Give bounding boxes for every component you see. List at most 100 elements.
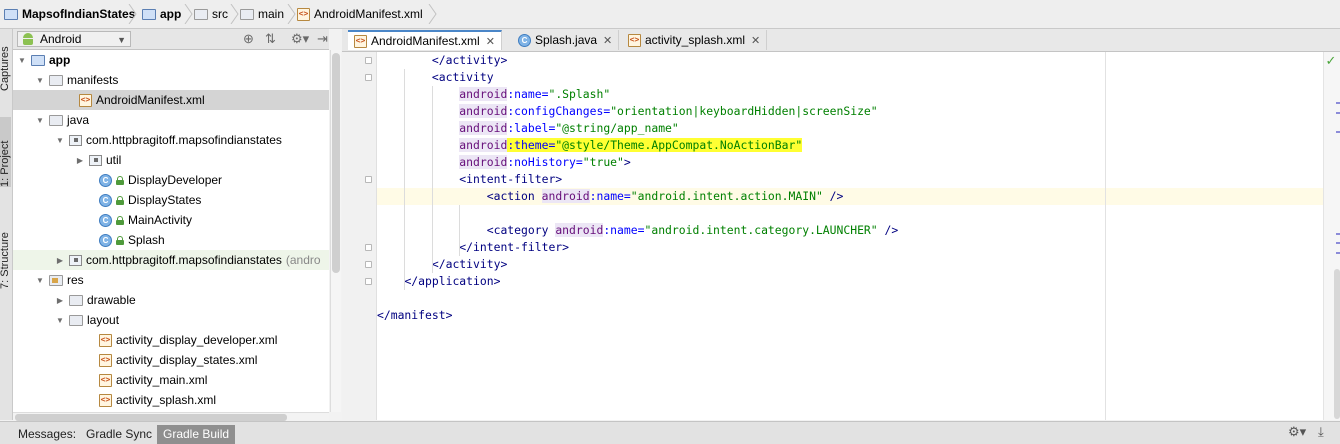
fold-marker-icon[interactable] (365, 244, 372, 251)
tree-item-activity-display-developer[interactable]: <> activity_display_developer.xml (13, 330, 329, 350)
collapse-icon[interactable]: ⇅ (265, 31, 276, 47)
tab-androidmanifest[interactable]: <> AndroidManifest.xml ✕ (348, 30, 502, 50)
close-icon[interactable]: ✕ (486, 35, 495, 48)
tree-item-layout[interactable]: ▼ layout (13, 310, 329, 330)
tree-item-androidmanifest[interactable]: <> AndroidManifest.xml (13, 90, 329, 110)
code-line[interactable]: </activity> (377, 256, 1323, 273)
tree-item-mainactivity[interactable]: C MainActivity (13, 210, 329, 230)
tree-item-displaystates[interactable]: C DisplayStates (13, 190, 329, 210)
tree-item-activity-main[interactable]: <> activity_main.xml (13, 370, 329, 390)
expand-arrow-icon[interactable]: ▼ (35, 115, 45, 125)
tool-tab-captures[interactable]: Captures (0, 35, 11, 91)
collapsed-arrow-icon[interactable]: ▶ (55, 255, 65, 265)
collapsed-arrow-icon[interactable]: ▶ (55, 295, 65, 305)
tree-item-manifests[interactable]: ▼ manifests (13, 70, 329, 90)
code-line[interactable]: </intent-filter> (377, 239, 1323, 256)
tree-item-package-androidtest[interactable]: ▶ com.httpbragitoff.mapsofindianstates (… (13, 250, 329, 270)
stripe-marker[interactable] (1336, 252, 1340, 254)
tab-activity-splash[interactable]: <> activity_splash.xml ✕ (622, 30, 768, 50)
stripe-marker[interactable] (1336, 131, 1340, 133)
tree-vertical-scrollbar[interactable] (330, 50, 341, 412)
breadcrumb-src[interactable]: src (194, 4, 228, 24)
stripe-marker[interactable] (1336, 102, 1340, 104)
expand-arrow-icon[interactable]: ▼ (55, 135, 65, 145)
code-line[interactable]: </application> (377, 273, 1323, 290)
expand-arrow-icon[interactable]: ▼ (55, 315, 65, 325)
stripe-marker[interactable] (1336, 242, 1340, 244)
tree-item-util[interactable]: ▶ util (13, 150, 329, 170)
target-icon[interactable]: ⊕ (243, 31, 254, 47)
code-token: android (459, 138, 508, 152)
fold-marker-icon[interactable] (365, 176, 372, 183)
fold-marker-icon[interactable] (365, 278, 372, 285)
code-token: :label= (507, 121, 556, 135)
xml-file-icon: <> (297, 7, 310, 21)
breadcrumb-project[interactable]: MapsofIndianStates (4, 4, 135, 24)
chevron-down-icon: ▼ (117, 35, 126, 45)
code-line[interactable]: android:name=".Splash" (377, 86, 1323, 103)
tree-item-java[interactable]: ▼ java (13, 110, 329, 130)
tree-item-app[interactable]: ▼ app (13, 50, 329, 70)
editor-scrollbar-thumb[interactable] (1334, 269, 1340, 419)
tool-tab-structure[interactable]: 7: Structure (0, 207, 11, 289)
code-line[interactable]: android:theme="@style/Theme.AppCompat.No… (377, 137, 1323, 154)
project-view-selector[interactable]: Android ▼ (17, 31, 131, 47)
gear-icon[interactable]: ⚙▾ (1288, 424, 1306, 440)
tree-item-displaydeveloper[interactable]: C DisplayDeveloper (13, 170, 329, 190)
code-token: </intent-filter> (459, 240, 570, 254)
code-line[interactable]: </activity> (377, 52, 1323, 69)
code-line[interactable]: <category android:name="android.intent.c… (377, 222, 1323, 239)
tool-tab-gradle-build[interactable]: Gradle Build (157, 425, 236, 444)
fold-marker-icon[interactable] (365, 57, 372, 64)
indent-guide (459, 205, 460, 256)
tool-tab-messages[interactable]: Messages: (12, 425, 82, 444)
collapsed-arrow-icon[interactable]: ▶ (75, 155, 85, 165)
code-line[interactable]: android:configChanges="orientation|keybo… (377, 103, 1323, 120)
tree-item-drawable[interactable]: ▶ drawable (13, 290, 329, 310)
breadcrumb-manifest[interactable]: <> AndroidManifest.xml (297, 4, 423, 24)
editor-gutter[interactable] (342, 52, 377, 420)
tree-item-activity-splash[interactable]: <> activity_splash.xml (13, 390, 329, 410)
code-text: </application> (404, 274, 500, 288)
close-icon[interactable]: ✕ (751, 34, 760, 47)
module-folder-icon (31, 54, 45, 66)
code-line[interactable]: <activity (377, 69, 1323, 86)
tree-item-activity-display-states[interactable]: <> activity_display_states.xml (13, 350, 329, 370)
hide-icon[interactable]: ⇥ (317, 31, 328, 47)
tree-item-package[interactable]: ▼ com.httpbragitoff.mapsofindianstates (13, 130, 329, 150)
fold-marker-icon[interactable] (365, 261, 372, 268)
code-line[interactable]: <action android:name="android.intent.act… (377, 188, 1323, 205)
code-line[interactable]: </manifest> (377, 307, 1323, 324)
tool-tab-gradle-sync[interactable]: Gradle Sync (80, 425, 158, 444)
error-stripe[interactable]: ✓ (1323, 52, 1340, 420)
expand-arrow-icon[interactable]: ▼ (35, 275, 45, 285)
tree-item-res[interactable]: ▼ res (13, 270, 329, 290)
stripe-marker[interactable] (1336, 112, 1340, 114)
code-editor[interactable]: </activity> <activity android:name=".Spl… (377, 52, 1323, 420)
fold-marker-icon[interactable] (365, 74, 372, 81)
scrollbar-thumb[interactable] (332, 53, 340, 273)
class-icon: C (99, 213, 112, 227)
code-line[interactable]: android:label="@string/app_name" (377, 120, 1323, 137)
code-line[interactable]: <intent-filter> (377, 171, 1323, 188)
expand-arrow-icon[interactable]: ▼ (35, 75, 45, 85)
breadcrumb-app[interactable]: app (142, 4, 181, 24)
close-icon[interactable]: ✕ (603, 34, 612, 47)
code-line[interactable] (377, 290, 1323, 307)
expand-arrow-icon[interactable]: ▼ (17, 55, 27, 65)
code-token: ".Splash" (548, 87, 611, 101)
tool-tab-project[interactable]: 1: Project (0, 117, 11, 187)
code-token: </activity> (431, 53, 508, 67)
code-line[interactable] (377, 205, 1323, 222)
indent-guide (432, 86, 433, 273)
tree-item-splash[interactable]: C Splash (13, 230, 329, 250)
code-token: android (459, 121, 508, 135)
scrollbar-thumb[interactable] (15, 414, 287, 421)
breadcrumb-main[interactable]: main (240, 4, 284, 24)
gear-icon[interactable]: ⚙▾ (291, 31, 309, 47)
hide-icon[interactable]: ⤓ (1318, 424, 1324, 440)
code-line[interactable]: android:noHistory="true"> (377, 154, 1323, 171)
stripe-marker[interactable] (1336, 233, 1340, 235)
tab-splash-java[interactable]: C Splash.java ✕ (512, 30, 620, 50)
